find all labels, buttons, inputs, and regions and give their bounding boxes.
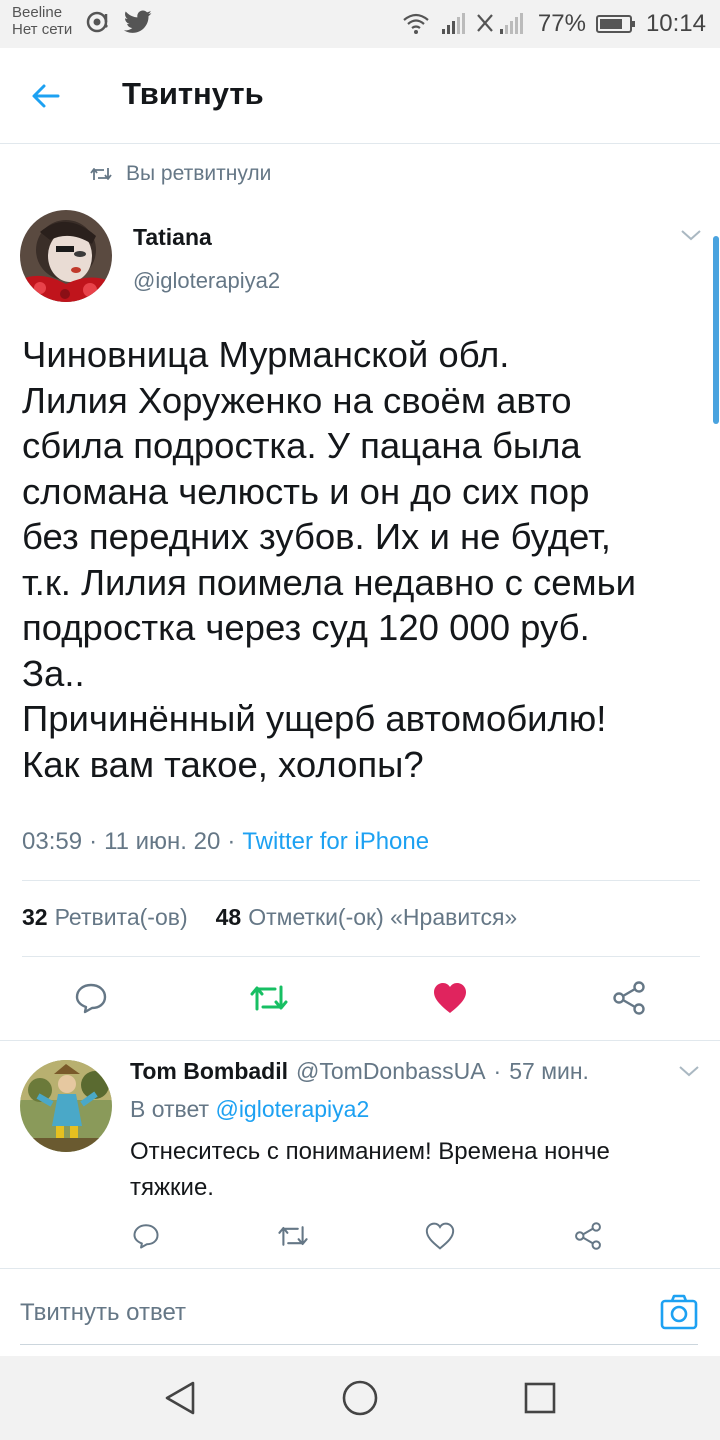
author-avatar[interactable] [20,210,112,302]
reply-avatar-image [20,1060,112,1152]
reply-author-avatar[interactable] [20,1060,112,1152]
retweet-context-label: Вы ретвитнули [126,162,272,185]
triangle-back-icon [165,1381,195,1415]
reply-like-button[interactable] [422,1218,458,1254]
battery-percent: 77% [537,10,586,37]
reply-menu-button[interactable] [678,1064,700,1083]
reply-author-handle[interactable]: @TomDonbassUA [296,1058,486,1085]
tweet-meta: 03:59 · 11 июн. 20 · Twitter for iPhone [22,828,429,856]
retweet-button[interactable] [249,976,289,1020]
reply-to-line: В ответ @igloterapiya2 [130,1096,369,1123]
twitter-bird-icon [124,10,152,33]
reply-to-mention[interactable]: @igloterapiya2 [215,1096,369,1122]
tweet-text: Чиновница Мурманской обл. Лилия Хоруженк… [22,334,637,785]
retweet-icon [278,1226,308,1246]
nav-recents-button[interactable] [520,1378,560,1418]
heart-filled-icon [434,983,466,1013]
reply-retweet-button[interactable] [275,1218,311,1254]
wifi-icon [403,13,429,34]
clock: 10:14 [645,10,706,37]
no-network-label: Нет сети [12,21,73,38]
retweet-context: Вы ретвитнули [90,162,271,186]
tweet-source-link[interactable]: Twitter for iPhone [242,828,429,856]
carrier-name: Beeline [12,4,63,21]
chevron-down-icon [679,1066,699,1077]
reply-header: Tom Bombadil @TomDonbassUA · 57 мин. [130,1058,589,1085]
page-title: Твитнуть [122,76,264,111]
author-avatar-image [20,210,112,302]
back-button[interactable] [26,76,66,116]
reply-share-button[interactable] [570,1218,606,1254]
author-handle[interactable]: @igloterapiya2 [133,268,280,294]
retweet-count[interactable]: 32 [22,904,48,931]
tweet-time: 03:59 [22,828,83,855]
camera-icon [660,1294,698,1330]
meta-separator: · [89,828,98,855]
circle-home-icon [342,1380,378,1416]
system-nav-bar [0,1356,720,1440]
square-recents-icon [524,1382,556,1414]
like-button[interactable] [430,976,470,1020]
reply-header-separator: · [493,1058,502,1084]
nav-home-button[interactable] [340,1378,380,1418]
tweet-stats: 32 Ретвита(-ов) 48 Отметки(-ок) «Нравитс… [22,904,517,931]
retweet-icon [250,985,288,1011]
reply-author-name[interactable]: Tom Bombadil [130,1058,288,1085]
like-count-label[interactable]: Отметки(-ок) «Нравится» [248,904,517,931]
back-arrow-icon [32,84,60,108]
nav-back-button[interactable] [160,1378,200,1418]
reply-text: Отнеситесь с пониманием! Времена нонче т… [130,1138,610,1201]
scrollbar[interactable] [713,236,719,424]
section-divider [0,1040,720,1041]
meta-separator: · [227,828,236,855]
battery-icon [595,15,635,33]
author-name[interactable]: Tatiana [133,224,212,251]
status-bar: Beeline Нет сети 77% 10:14 [0,0,720,48]
retweet-small-icon [90,168,112,180]
reply-time: 57 мин. [509,1058,589,1084]
share-button[interactable] [609,976,649,1020]
tweet-menu-button[interactable] [680,228,702,247]
reply-icon [133,1224,159,1249]
reply-to-label: В ответ [130,1096,210,1122]
reply-input[interactable] [20,1288,640,1338]
status-left-icons [86,10,152,34]
divider [22,880,700,881]
tweet-date: 11 июн. 20 [104,828,221,855]
signal-icon [441,13,465,34]
chevron-down-icon [681,230,701,241]
like-count[interactable]: 48 [216,904,242,931]
app-bar: Твитнуть [0,48,720,144]
section-divider [0,1268,720,1269]
no-signal-icon [477,13,523,34]
share-icon [613,981,645,1015]
divider [22,956,700,957]
heart-icon [425,1222,455,1250]
camera-button[interactable] [660,1294,698,1335]
carrier-info: Beeline Нет сети [12,4,72,38]
retweet-count-label[interactable]: Ретвита(-ов) [55,904,188,931]
share-icon [575,1222,601,1250]
input-underline [20,1344,698,1345]
reply-compose-bar [0,1270,720,1356]
reply-reply-button[interactable] [128,1218,164,1254]
status-right: 77% 10:14 [402,10,706,38]
notification-icon [86,11,108,33]
reply-button[interactable] [71,976,111,1020]
reply-icon [75,983,107,1014]
